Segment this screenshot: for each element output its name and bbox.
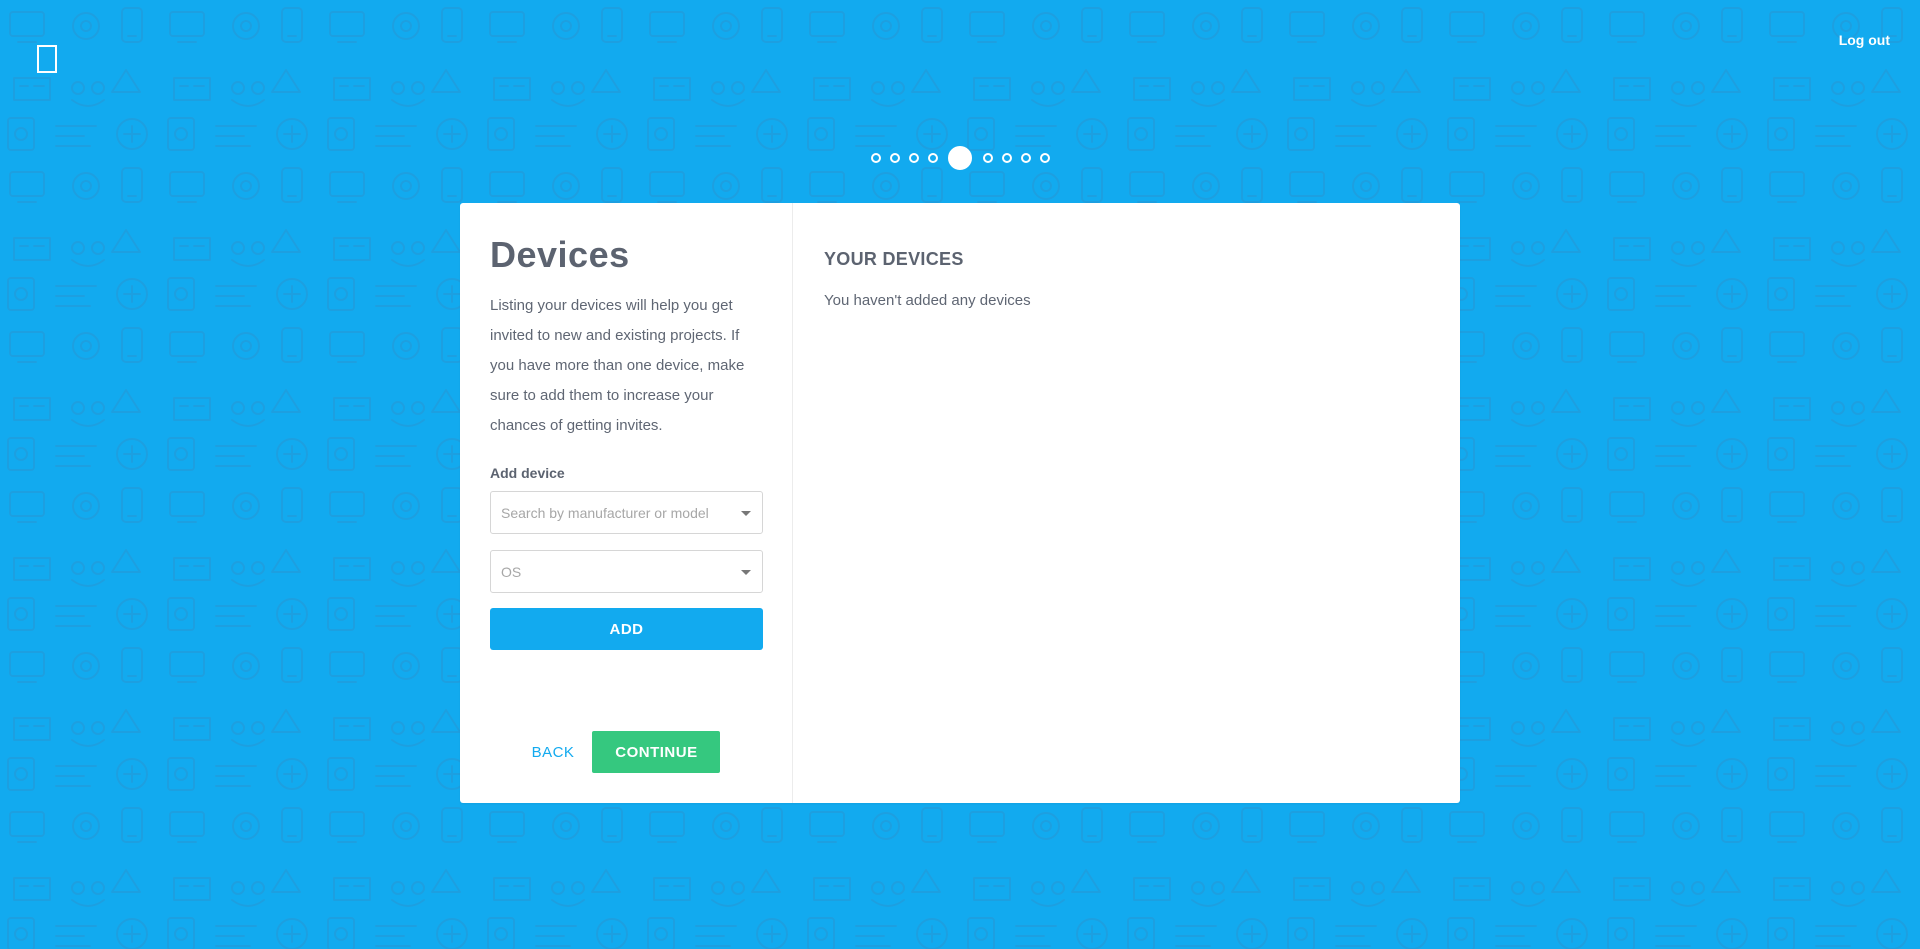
step-dot-current: [948, 146, 972, 170]
navigation-buttons: BACK CONTINUE: [460, 731, 792, 773]
step-dot: [1020, 153, 1031, 163]
step-dot: [908, 153, 919, 163]
devices-panel: Devices Listing your devices will help y…: [460, 203, 793, 803]
step-dot: [889, 153, 900, 163]
device-search-select[interactable]: [490, 491, 763, 534]
step-dot: [982, 153, 993, 163]
devices-description: Listing your devices will help you get i…: [490, 297, 745, 434]
step-dot: [1039, 153, 1050, 163]
device-search-input[interactable]: [491, 492, 731, 533]
chevron-down-icon[interactable]: [741, 511, 751, 516]
app-logo-icon[interactable]: [37, 45, 57, 73]
os-select[interactable]: [490, 550, 763, 593]
your-devices-title: YOUR DEVICES: [824, 249, 964, 269]
continue-button[interactable]: CONTINUE: [592, 731, 721, 773]
step-dot: [870, 153, 881, 163]
onboarding-card: Devices Listing your devices will help y…: [460, 203, 1460, 803]
your-devices-panel: YOUR DEVICES You haven't added any devic…: [793, 203, 1460, 803]
add-device-button[interactable]: ADD: [490, 608, 763, 650]
empty-devices-message: You haven't added any devices: [824, 292, 1031, 309]
page-title: Devices: [490, 234, 630, 275]
step-dot: [927, 153, 938, 163]
chevron-down-icon[interactable]: [741, 570, 751, 575]
add-device-label: Add device: [490, 465, 565, 481]
back-button[interactable]: BACK: [532, 744, 575, 761]
onboarding-stepper: [0, 146, 1920, 170]
os-select-input[interactable]: [491, 551, 731, 592]
logout-link[interactable]: Log out: [1839, 32, 1890, 48]
step-dot: [1001, 153, 1012, 163]
